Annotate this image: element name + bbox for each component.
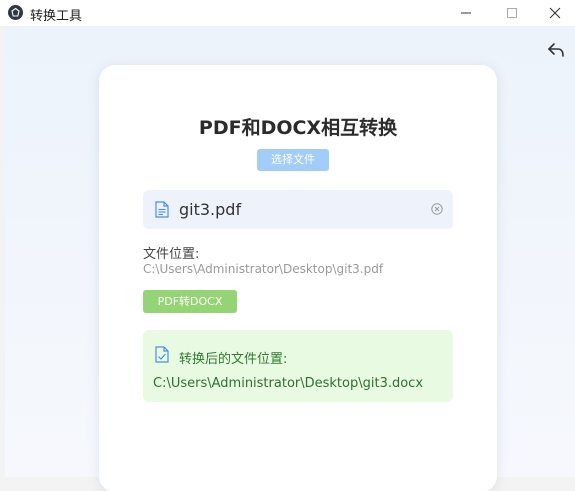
maximize-button[interactable] xyxy=(489,0,535,26)
minimize-icon xyxy=(461,12,471,14)
close-button[interactable] xyxy=(532,0,575,26)
select-file-button[interactable]: 选择文件 xyxy=(257,149,329,171)
file-location-path: C:\Users\Administrator\Desktop\git3.pdf xyxy=(143,262,384,276)
convert-pdf-to-docx-button[interactable]: PDF转DOCX xyxy=(143,290,237,313)
file-name: git3.pdf xyxy=(179,200,242,219)
converted-file-path: C:\Users\Administrator\Desktop\git3.docx xyxy=(153,376,424,391)
back-arrow-icon[interactable] xyxy=(547,42,565,58)
main-content: PDF和DOCX相互转换 选择文件 git3.pdf 文件位置: C:\User… xyxy=(5,26,575,491)
converter-card: PDF和DOCX相互转换 选择文件 git3.pdf 文件位置: C:\User… xyxy=(99,65,497,491)
document-check-icon xyxy=(155,346,169,363)
converted-location-label: 转换后的文件位置: xyxy=(179,352,288,367)
document-icon xyxy=(155,201,169,218)
maximize-icon xyxy=(507,8,517,18)
clear-circle-icon[interactable] xyxy=(431,203,443,215)
file-location-label: 文件位置: xyxy=(143,247,200,262)
window-title: 转换工具 xyxy=(30,9,83,24)
conversion-result-panel: 转换后的文件位置: C:\Users\Administrator\Desktop… xyxy=(143,330,453,402)
close-icon xyxy=(549,7,561,19)
selected-file-item: git3.pdf xyxy=(143,190,453,229)
app-logo-icon xyxy=(8,5,23,20)
title-bar: 转换工具 xyxy=(0,0,575,26)
app-window: 转换工具 PDF和DOCX相互转换 选择文件 git3.pdf 文件位置: C:… xyxy=(0,0,575,491)
page-title: PDF和DOCX相互转换 xyxy=(198,117,398,139)
minimize-button[interactable] xyxy=(443,0,489,26)
